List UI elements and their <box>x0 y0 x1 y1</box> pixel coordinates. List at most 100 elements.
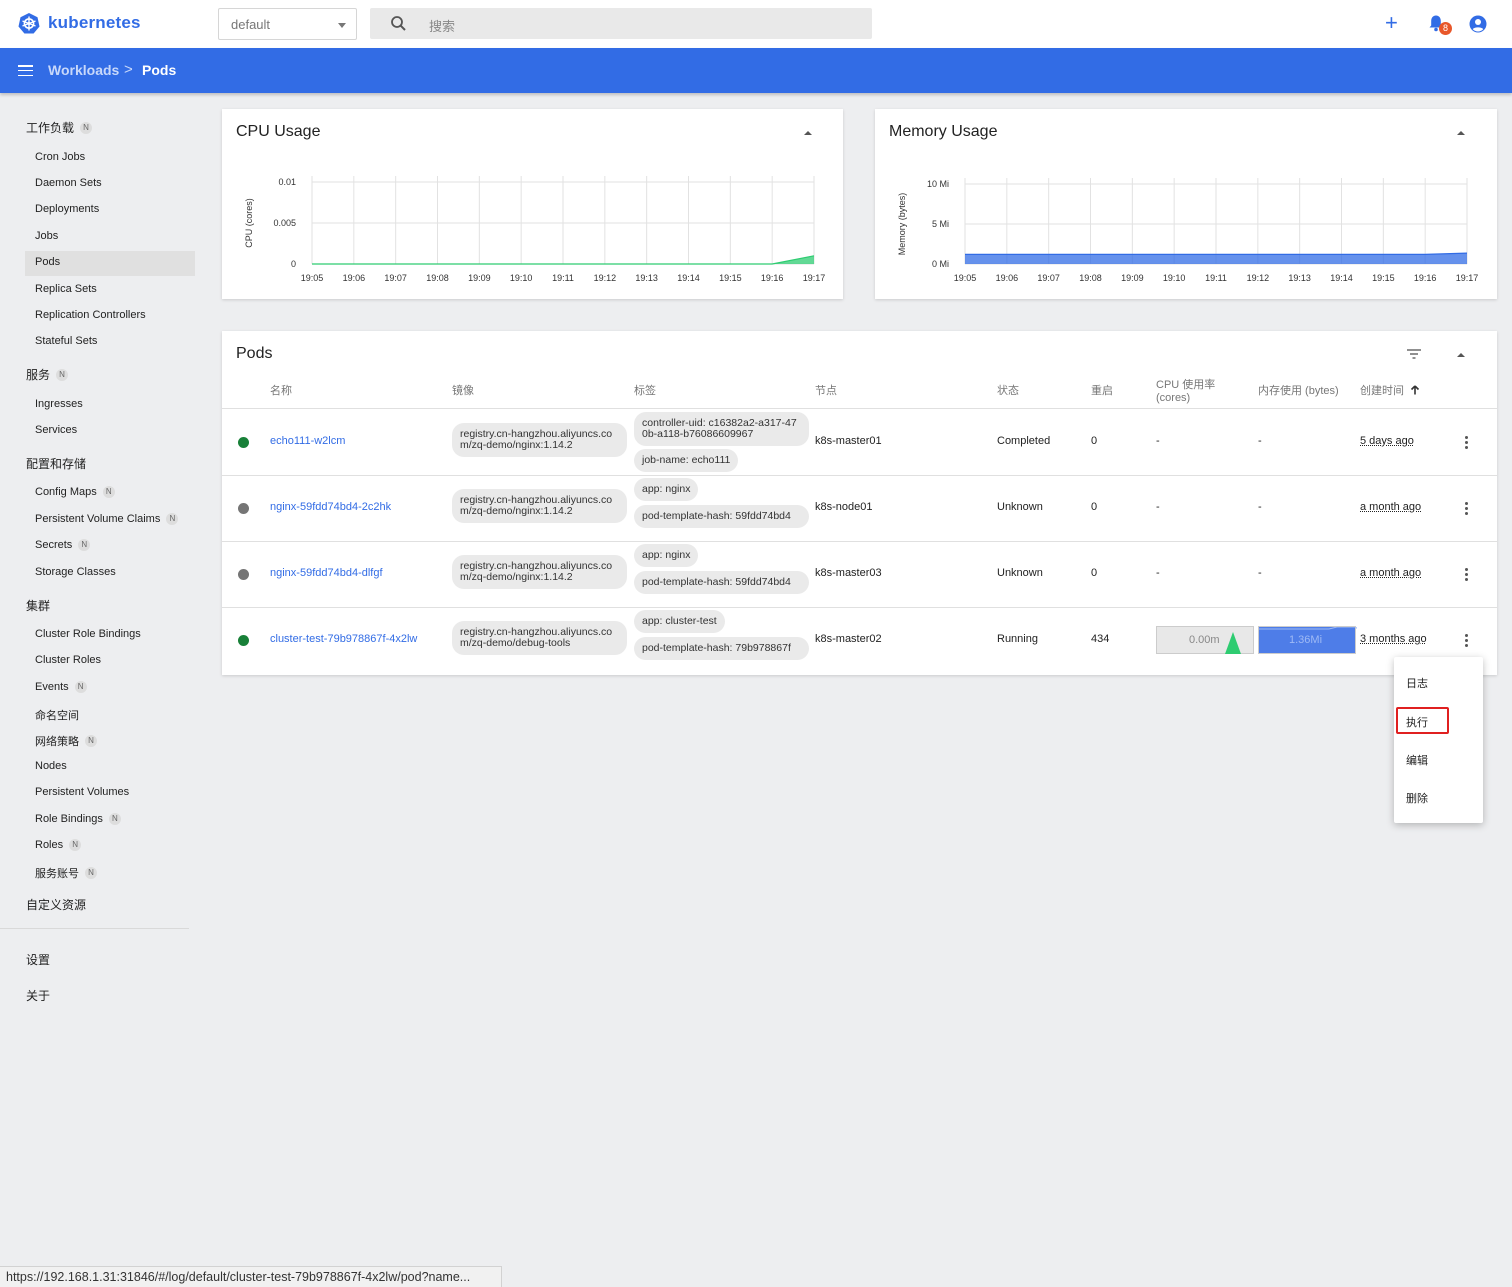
kubernetes-logo[interactable]: kubernetes <box>18 12 141 34</box>
sidebar-item-daemon-sets[interactable]: Daemon Sets <box>35 177 102 189</box>
section-label: 配置和存储 <box>26 457 87 471</box>
sidebar-item-role-bindings[interactable]: Role Bindings N <box>35 813 121 825</box>
sidebar-item-cluster-roles[interactable]: Cluster Roles <box>35 654 101 666</box>
sidebar-item-events[interactable]: Events N <box>35 681 87 693</box>
sidebar-item-label: Persistent Volumes <box>35 786 130 798</box>
sidebar-item-cron-jobs[interactable]: Cron Jobs <box>35 151 85 163</box>
more-vert-icon[interactable] <box>1465 436 1469 450</box>
menu-item-logs[interactable]: 日志 <box>1406 675 1428 691</box>
search-input[interactable]: 搜索 <box>429 16 455 35</box>
menu-item-edit[interactable]: 编辑 <box>1406 752 1428 768</box>
table-row: echo111-w2lcm registry.cn-hangzhou.aliyu… <box>222 409 1497 476</box>
sidebar-item-persistent-volumes[interactable]: Persistent Volumes <box>35 786 129 798</box>
sidebar-item-label: Storage Classes <box>35 566 116 578</box>
x-tick-label: 19:17 <box>803 273 826 283</box>
sidebar-item-label: Pods <box>35 256 61 268</box>
section-label: 工作负载 <box>26 121 75 135</box>
sidebar-item-settings[interactable]: 设置 <box>26 951 50 968</box>
x-tick-label: 19:16 <box>761 273 784 283</box>
node-name: k8s-master02 <box>815 633 882 645</box>
column-header-node[interactable]: 节点 <box>815 385 837 398</box>
namespaced-badge: N <box>108 813 121 825</box>
pod-name-link[interactable]: nginx-59fdd74bd4-dlfgf <box>270 567 383 579</box>
status-unknown-icon <box>238 569 249 580</box>
sidebar-item-pods[interactable]: Pods <box>35 256 60 268</box>
created-age: 5 days ago <box>1360 435 1414 447</box>
sidebar-section-workloads[interactable]: 工作负载 N <box>26 119 93 136</box>
sidebar-item-deployments[interactable]: Deployments <box>35 203 99 215</box>
pod-name-link[interactable]: nginx-59fdd74bd4-2c2hk <box>270 501 391 513</box>
x-tick-label: 19:15 <box>1372 273 1395 283</box>
x-tick-label: 19:07 <box>1037 273 1060 283</box>
sidebar-item-cluster-role-bindings[interactable]: Cluster Role Bindings <box>35 628 141 640</box>
sidebar-item-nodes[interactable]: Nodes <box>35 760 67 772</box>
x-tick-label: 19:11 <box>552 273 574 283</box>
label-chip: pod-template-hash: 59fdd74bd4 <box>634 571 809 594</box>
label-chip: job-name: echo111 <box>634 449 739 472</box>
column-header-status[interactable]: 状态 <box>997 385 1019 398</box>
created-age: a month ago <box>1360 567 1422 579</box>
label-chip: app: nginx <box>634 544 699 567</box>
namespaced-badge: N <box>80 121 93 134</box>
menu-item-delete[interactable]: 删除 <box>1406 790 1428 806</box>
search-bar[interactable]: 搜索 <box>370 8 872 39</box>
sidebar-item-label: Nodes <box>35 760 67 772</box>
sidebar-item-label: Cluster Role Bindings <box>35 628 141 640</box>
sidebar-item-config-maps[interactable]: Config Maps N <box>35 486 115 498</box>
sidebar-item-roles[interactable]: Roles N <box>35 839 82 851</box>
x-tick-label: 19:07 <box>384 273 407 283</box>
pod-name-link[interactable]: cluster-test-79b978867f-4x2lw <box>270 633 417 645</box>
menu-icon[interactable] <box>18 65 33 77</box>
cpu-usage-card: CPU Usage 19:05 19:06 19:07 19:08 19:09 19:10… <box>222 109 843 299</box>
memory-usage: - <box>1258 435 1262 447</box>
sidebar-section-cluster[interactable]: 集群 <box>26 597 50 614</box>
menu-item-exec[interactable]: 执行 <box>1406 714 1428 730</box>
sidebar-item-replication-controllers[interactable]: Replication Controllers <box>35 309 146 321</box>
collapse-icon[interactable] <box>1457 353 1465 357</box>
pod-name-link[interactable]: echo111-w2lcm <box>270 435 345 447</box>
more-vert-icon[interactable] <box>1465 568 1469 582</box>
namespaced-badge: N <box>56 368 69 381</box>
sidebar-item-network-policies[interactable]: 网络策略 N <box>35 733 97 749</box>
column-header-name[interactable]: 名称 <box>270 385 292 398</box>
created-age: a month ago <box>1360 501 1422 513</box>
sidebar-item-namespaces[interactable]: 命名空间 <box>35 707 79 723</box>
create-button[interactable]: + <box>1385 11 1398 35</box>
breadcrumb-workloads[interactable]: Workloads <box>48 62 119 78</box>
sidebar-item-ingresses[interactable]: Ingresses <box>35 398 83 410</box>
section-label: 集群 <box>26 599 51 613</box>
sidebar-section-config-storage[interactable]: 配置和存储 <box>26 455 86 472</box>
pod-status: Unknown <box>997 567 1043 579</box>
sidebar-item-label: 服务账号 <box>35 868 79 880</box>
more-vert-icon[interactable] <box>1465 502 1469 516</box>
sidebar-item-secrets[interactable]: Secrets N <box>35 539 91 551</box>
account-circle-icon[interactable] <box>1469 15 1487 33</box>
sidebar-item-service-accounts[interactable]: 服务账号 N <box>35 865 97 881</box>
x-tick-label: 19:06 <box>996 273 1019 283</box>
sidebar-item-services[interactable]: Services <box>35 424 77 436</box>
section-label: 自定义资源 <box>26 898 87 912</box>
sidebar-item-replica-sets[interactable]: Replica Sets <box>35 283 97 295</box>
x-tick-label: 19:10 <box>510 273 533 283</box>
cpu-usage: - <box>1156 435 1160 447</box>
namespace-select[interactable]: default <box>218 8 357 40</box>
arrow-up-icon <box>1410 385 1420 395</box>
filter-icon[interactable] <box>1407 349 1421 359</box>
page-title: Pods <box>142 62 177 78</box>
column-header-created[interactable]: 创建时间 <box>1360 385 1420 398</box>
sidebar-item-label: Deployments <box>35 203 100 215</box>
status-running-icon <box>238 437 249 448</box>
sidebar-item-about[interactable]: 关于 <box>26 987 50 1004</box>
node-name: k8s-master01 <box>815 435 882 447</box>
sidebar-item-jobs[interactable]: Jobs <box>35 230 58 242</box>
image-chip: registry.cn-hangzhou.aliyuncs.com/zq-dem… <box>452 489 627 523</box>
column-header-restarts[interactable]: 重启 <box>1091 385 1113 398</box>
column-header-image: 镜像 <box>452 385 474 397</box>
sidebar-item-storage-classes[interactable]: Storage Classes <box>35 566 116 578</box>
sidebar-item-persistent-volume-claims[interactable]: Persistent Volume Claims N <box>35 513 179 525</box>
sidebar-item-label: Config Maps <box>35 486 97 498</box>
more-vert-icon[interactable] <box>1465 634 1469 648</box>
sidebar-item-stateful-sets[interactable]: Stateful Sets <box>35 335 97 347</box>
sidebar-section-custom-resources[interactable]: 自定义资源 <box>26 896 86 913</box>
sidebar-section-services[interactable]: 服务 N <box>26 366 69 383</box>
